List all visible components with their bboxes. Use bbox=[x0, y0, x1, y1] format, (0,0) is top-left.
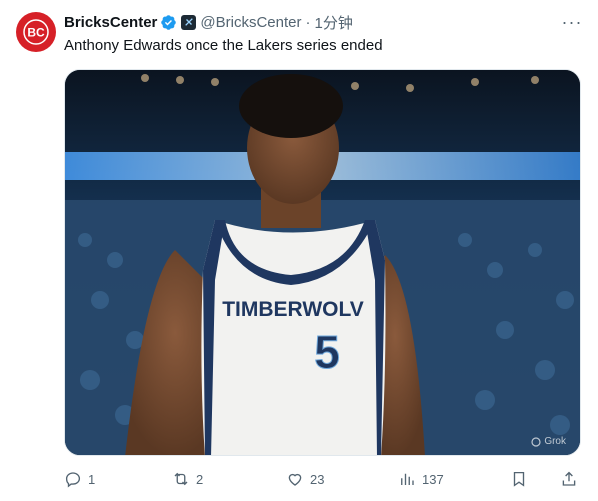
share-icon bbox=[562, 471, 576, 486]
tweet-header: BricksCenter @BricksCenter · 1分钟 bbox=[64, 12, 582, 32]
basketball-player-image: TIMBERWOLV 5 bbox=[65, 70, 580, 455]
display-name[interactable]: BricksCenter bbox=[64, 14, 157, 31]
grok-logo-icon bbox=[531, 436, 541, 447]
reply-button[interactable]: 1 bbox=[64, 468, 95, 490]
views-chart-icon bbox=[401, 473, 414, 485]
tweet-text: Anthony Edwards once the Lakers series e… bbox=[64, 37, 383, 54]
repost-count: 2 bbox=[196, 471, 204, 487]
grok-watermark: Grok bbox=[531, 436, 566, 447]
bookmark-button[interactable] bbox=[510, 468, 528, 490]
jersey-team-name: TIMBERWOLV bbox=[222, 298, 364, 321]
reply-count: 1 bbox=[88, 471, 96, 487]
avatar[interactable]: BC bbox=[16, 12, 56, 52]
bricks-center-logo: BC bbox=[23, 19, 49, 45]
tweet-media[interactable]: TIMBERWOLV 5 Grok bbox=[64, 69, 581, 456]
share-button[interactable] bbox=[560, 468, 578, 490]
more-options-icon[interactable]: ··· bbox=[562, 12, 582, 32]
timestamp[interactable]: 1分钟 bbox=[314, 12, 352, 33]
repost-button[interactable]: 2 bbox=[172, 468, 203, 490]
views-count: 137 bbox=[422, 471, 444, 487]
like-count: 23 bbox=[310, 471, 325, 487]
separator-dot: · bbox=[305, 13, 311, 31]
heart-icon bbox=[288, 473, 302, 486]
views-button[interactable]: 137 bbox=[398, 468, 444, 490]
bookmark-icon bbox=[513, 471, 525, 487]
tweet-actions: 1 2 23 137 bbox=[64, 468, 581, 490]
verified-badge-icon bbox=[161, 14, 177, 30]
user-handle[interactable]: @BricksCenter bbox=[200, 14, 301, 31]
svg-text:BC: BC bbox=[27, 26, 45, 40]
repost-icon bbox=[174, 472, 188, 486]
reply-icon bbox=[65, 472, 81, 488]
like-button[interactable]: 23 bbox=[286, 468, 324, 490]
grok-badge-icon bbox=[181, 14, 197, 30]
jersey-number: 5 bbox=[314, 326, 340, 378]
